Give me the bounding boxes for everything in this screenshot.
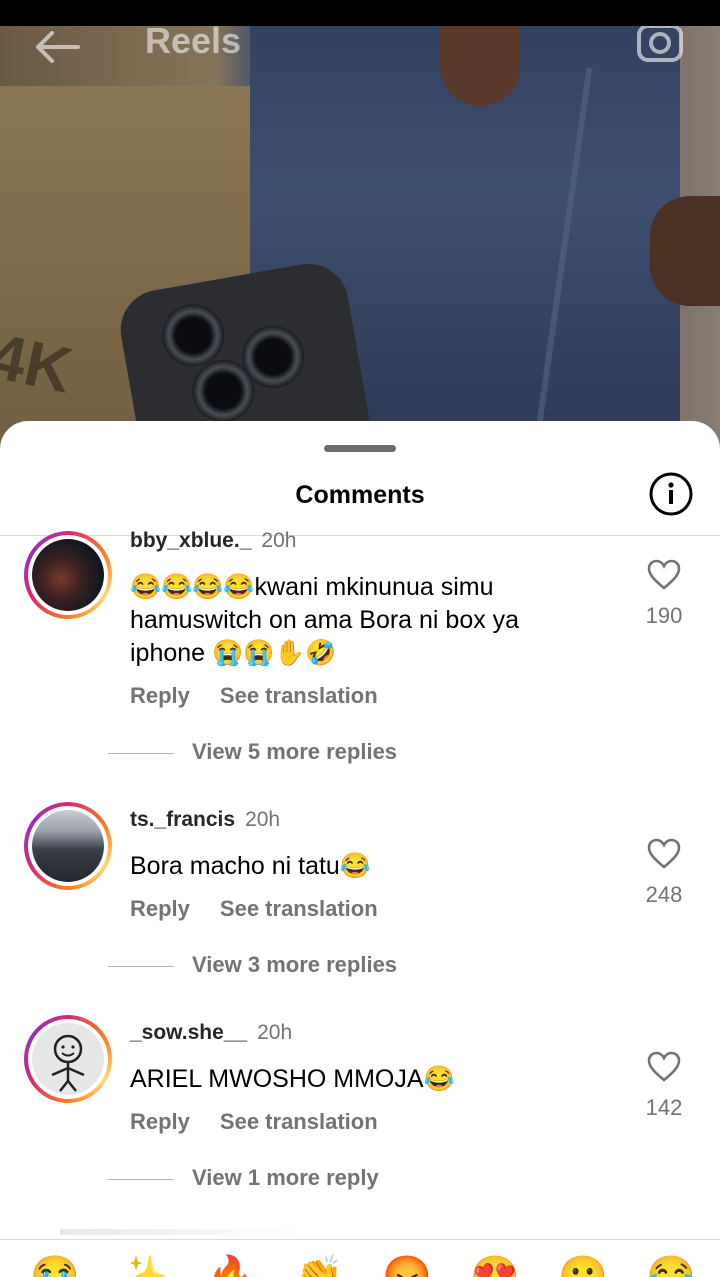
reply-button[interactable]: Reply	[130, 896, 190, 921]
comment-meta: _sow.she__ 20h	[130, 1021, 292, 1045]
like-count: 142	[645, 1095, 683, 1120]
avatar[interactable]	[24, 1015, 112, 1103]
next-comment-preview	[60, 1229, 300, 1235]
like-button[interactable]: 190	[640, 559, 688, 629]
avatar[interactable]	[24, 531, 112, 619]
drag-handle[interactable]	[324, 445, 396, 452]
emoji-reaction-bar: 😭 ✨ 🔥 👏 😡 😍 😮 😂	[0, 1257, 720, 1277]
view-more-replies-label[interactable]: View 1 more reply	[192, 1165, 379, 1190]
back-arrow-icon[interactable]	[34, 30, 80, 64]
comment-text: Bora macho ni tatu😂	[130, 852, 371, 880]
like-count: 248	[645, 882, 683, 907]
emoji-bar-divider	[0, 1239, 720, 1240]
reply-divider	[108, 1178, 174, 1180]
comment-time: 20h	[261, 529, 297, 552]
top-bar: Reels	[0, 18, 720, 66]
comment-meta: bby_xblue._ 20h	[130, 529, 296, 553]
box-label: 4K	[0, 319, 79, 407]
comment-actions: Reply See translation	[130, 896, 408, 922]
comment-username[interactable]: _sow.she__	[130, 1021, 247, 1044]
comment-time: 20h	[245, 808, 281, 831]
comment-text: ARIEL MWOSHO MMOJA😂	[130, 1065, 455, 1093]
emoji-angry-icon[interactable]: 😡	[382, 1257, 432, 1277]
comments-sheet: Comments bby_xblue._ 20h 😂😂😂😂kwani mkinun…	[0, 421, 720, 1277]
heart-icon[interactable]	[647, 838, 681, 870]
stick-figure-avatar-icon	[51, 1034, 85, 1092]
comment-username[interactable]: bby_xblue._	[130, 529, 251, 552]
emoji-heart-eyes-icon[interactable]: 😍	[470, 1257, 520, 1277]
reply-button[interactable]: Reply	[130, 1109, 190, 1134]
like-count: 190	[645, 603, 683, 628]
emoji-fire-icon[interactable]: 🔥	[206, 1257, 256, 1277]
emoji-sparkles-icon[interactable]: ✨	[118, 1257, 168, 1277]
see-translation-button[interactable]: See translation	[220, 1109, 378, 1134]
comment-meta: ts._francis 20h	[130, 808, 280, 832]
comment-actions: Reply See translation	[130, 683, 408, 709]
see-translation-button[interactable]: See translation	[220, 896, 378, 921]
see-translation-button[interactable]: See translation	[220, 683, 378, 708]
comment-text: 😂😂😂😂kwani mkinunua simu hamuswitch on am…	[130, 573, 520, 667]
reel-video-background[interactable]: 4K	[0, 26, 720, 446]
reply-divider	[108, 965, 174, 967]
status-bar	[0, 0, 720, 26]
heart-icon[interactable]	[647, 1051, 681, 1083]
hand-right	[650, 196, 720, 306]
comment-username[interactable]: ts._francis	[130, 808, 235, 831]
sheet-title: Comments	[295, 481, 425, 509]
info-icon[interactable]	[648, 471, 694, 517]
view-more-replies-label[interactable]: View 3 more replies	[192, 952, 397, 977]
header-divider	[0, 535, 720, 536]
emoji-crying-icon[interactable]: 😭	[30, 1257, 80, 1277]
like-button[interactable]: 248	[640, 838, 688, 908]
view-more-replies[interactable]: View 3 more replies	[108, 952, 397, 978]
emoji-wow-icon[interactable]: 😮	[558, 1257, 608, 1277]
emoji-clap-icon[interactable]: 👏	[294, 1257, 344, 1277]
emoji-laughing-icon[interactable]: 😂	[646, 1257, 696, 1277]
view-more-replies-label[interactable]: View 5 more replies	[192, 739, 397, 764]
reply-divider	[108, 752, 174, 754]
reply-button[interactable]: Reply	[130, 683, 190, 708]
avatar[interactable]	[24, 802, 112, 890]
page-title: Reels	[145, 20, 242, 61]
comment-actions: Reply See translation	[130, 1109, 408, 1135]
like-button[interactable]: 142	[640, 1051, 688, 1121]
comment-time: 20h	[257, 1021, 293, 1044]
heart-icon[interactable]	[647, 559, 681, 591]
view-more-replies[interactable]: View 5 more replies	[108, 739, 397, 765]
view-more-replies[interactable]: View 1 more reply	[108, 1165, 379, 1191]
